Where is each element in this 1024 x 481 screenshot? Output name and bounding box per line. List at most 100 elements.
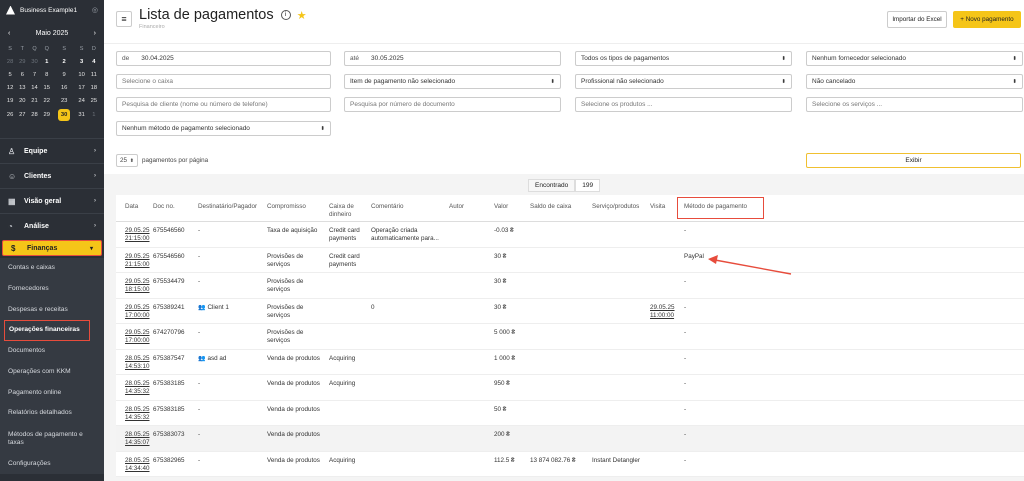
column-header[interactable]: Serviço/produtos (592, 203, 648, 211)
document-search-input[interactable]: Pesquisa por número de documento (344, 97, 561, 112)
calendar-day[interactable]: 28 (28, 108, 40, 121)
cash-select[interactable]: Selecione o caixa (116, 74, 331, 89)
per-page-select[interactable]: 25 ⬍ (116, 154, 138, 167)
notification-icon[interactable]: ◎ (92, 6, 98, 14)
submenu-item[interactable]: Documentos (0, 341, 104, 362)
import-excel-button[interactable]: Importar do Excel (887, 11, 947, 28)
calendar-day[interactable]: 12 (4, 82, 16, 95)
calendar-next-icon[interactable]: › (94, 30, 96, 37)
calendar-day[interactable]: 16 (53, 82, 76, 95)
column-header[interactable]: Caixa de dinheiro (329, 203, 369, 219)
nav-financas[interactable]: $ Finanças ▾ (2, 240, 102, 256)
cell-date[interactable]: 29.05.25 17:00:00 (125, 329, 155, 345)
services-select[interactable]: Selecione os serviços ... (806, 97, 1023, 112)
business-switcher[interactable]: Business Example1 ◎ (0, 0, 104, 20)
professional-select[interactable]: Profissional não selecionado ⬍ (575, 74, 792, 89)
calendar-day[interactable]: 21 (28, 95, 40, 108)
table-row[interactable]: 28.05.25 14:35:32 675383185 - Venda de prod… (116, 375, 1024, 401)
calendar-day[interactable]: 3 (76, 55, 88, 68)
submenu-item[interactable]: Configurações (0, 454, 104, 475)
date-from-field[interactable]: de 30.04.2025 (116, 51, 331, 66)
calendar-day[interactable]: 10 (76, 68, 88, 81)
calendar-day[interactable]: 27 (16, 108, 28, 121)
cell-visit[interactable]: 29.05.25 11:00:00 (650, 304, 682, 320)
products-select[interactable]: Selecione os produtos ... (575, 97, 792, 112)
submenu-item[interactable]: Operações com KKM (0, 361, 104, 382)
calendar-day[interactable]: 26 (4, 108, 16, 121)
column-header[interactable]: Método de pagamento (684, 203, 774, 211)
column-header[interactable]: Doc no. (153, 203, 195, 211)
column-header[interactable]: Destinatário/Pagador (198, 203, 264, 211)
supplier-select[interactable]: Nenhum fornecedor selecionado ⬍ (806, 51, 1023, 66)
cell-date[interactable]: 28.05.25 14:35:32 (125, 406, 155, 422)
calendar-day[interactable]: 2 (53, 55, 76, 68)
submenu-item[interactable]: Contas e caixas (0, 258, 104, 279)
calendar-day[interactable]: 28 (4, 55, 16, 68)
show-button[interactable]: Exibir (806, 153, 1021, 168)
calendar-day[interactable]: 18 (88, 82, 100, 95)
submenu-item[interactable]: Métodos de pagamento e taxas (0, 424, 104, 454)
table-row[interactable]: 28.05.25 14:35:32 675383185 - Venda de prod… (116, 401, 1024, 426)
calendar-day[interactable]: 13 (16, 82, 28, 95)
calendar-day[interactable]: 4 (88, 55, 100, 68)
table-row[interactable]: 28.05.25 14:35:07 675383073 - Venda de prod… (116, 426, 1024, 452)
column-header[interactable]: Compromisso (267, 203, 327, 211)
calendar-day[interactable]: 15 (41, 82, 53, 95)
table-row[interactable]: 29.05.25 17:00:00 674270796 - Provisões de … (116, 324, 1024, 350)
calendar-day[interactable]: 23 (53, 95, 76, 108)
calendar-day[interactable]: 11 (88, 68, 100, 81)
calendar-day[interactable]: 17 (76, 82, 88, 95)
calendar-day-today[interactable]: 30 (53, 108, 76, 121)
submenu-item[interactable]: Fornecedores (0, 279, 104, 300)
cell-date[interactable]: 29.05.25 17:00:00 (125, 304, 155, 320)
calendar-day[interactable]: 25 (88, 95, 100, 108)
cancelled-select[interactable]: Não cancelado ⬍ (806, 74, 1023, 89)
cell-date[interactable]: 28.05.25 14:53:10 (125, 355, 155, 371)
submenu-item[interactable]: Despesas e receitas (0, 299, 104, 320)
calendar-day[interactable]: 29 (16, 55, 28, 68)
calendar-day[interactable]: 7 (28, 68, 40, 81)
calendar-day[interactable]: 24 (76, 95, 88, 108)
column-header[interactable]: Comentário (371, 203, 447, 211)
calendar-day[interactable]: 30 (28, 55, 40, 68)
payment-method-select[interactable]: Nenhum método de pagamento selecionado ⬍ (116, 121, 331, 136)
calendar-day[interactable]: 29 (41, 108, 53, 121)
table-row[interactable]: 28.05.25 14:53:10 675387547 👥 asd ad Venda d… (116, 350, 1024, 375)
table-row[interactable]: 29.05.25 21:15:00 675546560 - Provisões de … (116, 248, 1024, 273)
info-icon[interactable]: i (280, 10, 291, 21)
column-header[interactable]: Visita (650, 203, 682, 211)
calendar-day[interactable]: 31 (76, 108, 88, 121)
table-row[interactable]: 28.05.25 14:34:40 675382965 - Venda de prod… (116, 452, 1024, 477)
payment-type-select[interactable]: Todos os tipos de pagamentos ⬍ (575, 51, 792, 66)
calendar-day[interactable]: 9 (53, 68, 76, 81)
nav-visao-geral[interactable]: ▦ Visão geral › (0, 188, 104, 213)
new-payment-button[interactable]: + Novo pagamento (953, 11, 1021, 28)
breadcrumb[interactable]: Financeiro (139, 24, 165, 30)
calendar-day[interactable]: 19 (4, 95, 16, 108)
cell-date[interactable]: 28.05.25 14:34:40 (125, 457, 155, 473)
table-row[interactable]: 29.05.25 18:15:00 675534479 - Provisões de … (116, 273, 1024, 299)
date-to-field[interactable]: até 30.05.2025 (344, 51, 561, 66)
client-search-input[interactable]: Pesquisa de cliente (nome ou número de t… (116, 97, 331, 112)
calendar-day[interactable]: 1 (88, 108, 100, 121)
calendar-day[interactable]: 6 (16, 68, 28, 81)
cell-date[interactable]: 29.05.25 21:15:00 (125, 227, 155, 243)
nav-analise[interactable]: ◔ Análise › (0, 213, 104, 238)
payment-item-select[interactable]: Item de pagamento não selecionado ⬍ (344, 74, 561, 89)
star-icon[interactable]: ★ (297, 10, 307, 22)
calendar-day[interactable]: 8 (41, 68, 53, 81)
column-header[interactable]: Valor (494, 203, 528, 211)
column-header[interactable]: Saldo de caixa (530, 203, 590, 211)
submenu-item[interactable]: Operações financeiras (4, 320, 90, 341)
calendar-day[interactable]: 20 (16, 95, 28, 108)
cell-date[interactable]: 29.05.25 18:15:00 (125, 278, 155, 294)
column-header[interactable]: Data (125, 203, 155, 211)
nav-clientes[interactable]: ☺ Clientes › (0, 163, 104, 188)
calendar-day[interactable]: 22 (41, 95, 53, 108)
menu-icon[interactable]: ≡ (116, 11, 132, 27)
calendar-prev-icon[interactable]: ‹ (8, 30, 10, 37)
calendar-day[interactable]: 5 (4, 68, 16, 81)
column-header[interactable]: Autor (449, 203, 489, 211)
cell-date[interactable]: 28.05.25 14:35:07 (125, 431, 155, 447)
table-row[interactable]: 29.05.25 21:15:00 675546560 - Taxa de aquis… (116, 222, 1024, 248)
